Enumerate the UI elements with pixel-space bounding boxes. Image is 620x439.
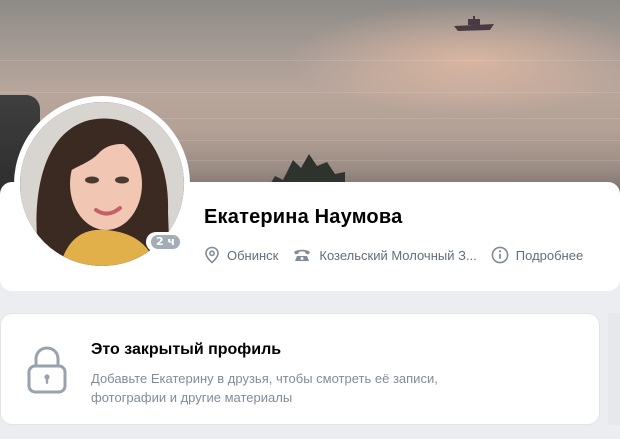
closed-profile-line-2: фотографии и другие материалы [91, 390, 293, 405]
lock-icon [27, 346, 67, 394]
profile-name: Екатерина Наумова [204, 206, 403, 228]
location-pin-icon [205, 246, 219, 264]
info-icon [491, 246, 509, 264]
online-status-text: 2 ч [151, 235, 181, 249]
ship-shape [454, 16, 494, 31]
online-status-badge: 2 ч [146, 232, 186, 252]
city-label: Обнинск [227, 247, 279, 263]
details-label: Подробнее [515, 247, 584, 263]
edge-shade [608, 313, 620, 425]
city-item[interactable]: Обнинск [204, 246, 278, 264]
closed-profile-title: Это закрытый профиль [91, 341, 282, 358]
phone-icon [294, 249, 311, 261]
work-label: Козельский Молочный З... [319, 247, 477, 263]
closed-profile-description: Добавьте Екатерину в друзья, чтобы смотр… [91, 369, 511, 407]
profile-info-row: Обнинск Козельский Молочный З... Подробн… [204, 245, 583, 265]
details-link[interactable]: Подробнее [491, 246, 583, 264]
closed-profile-line-1: Добавьте Екатерину в друзья, чтобы смотр… [91, 371, 438, 386]
work-item[interactable]: Козельский Молочный З... [292, 247, 477, 263]
